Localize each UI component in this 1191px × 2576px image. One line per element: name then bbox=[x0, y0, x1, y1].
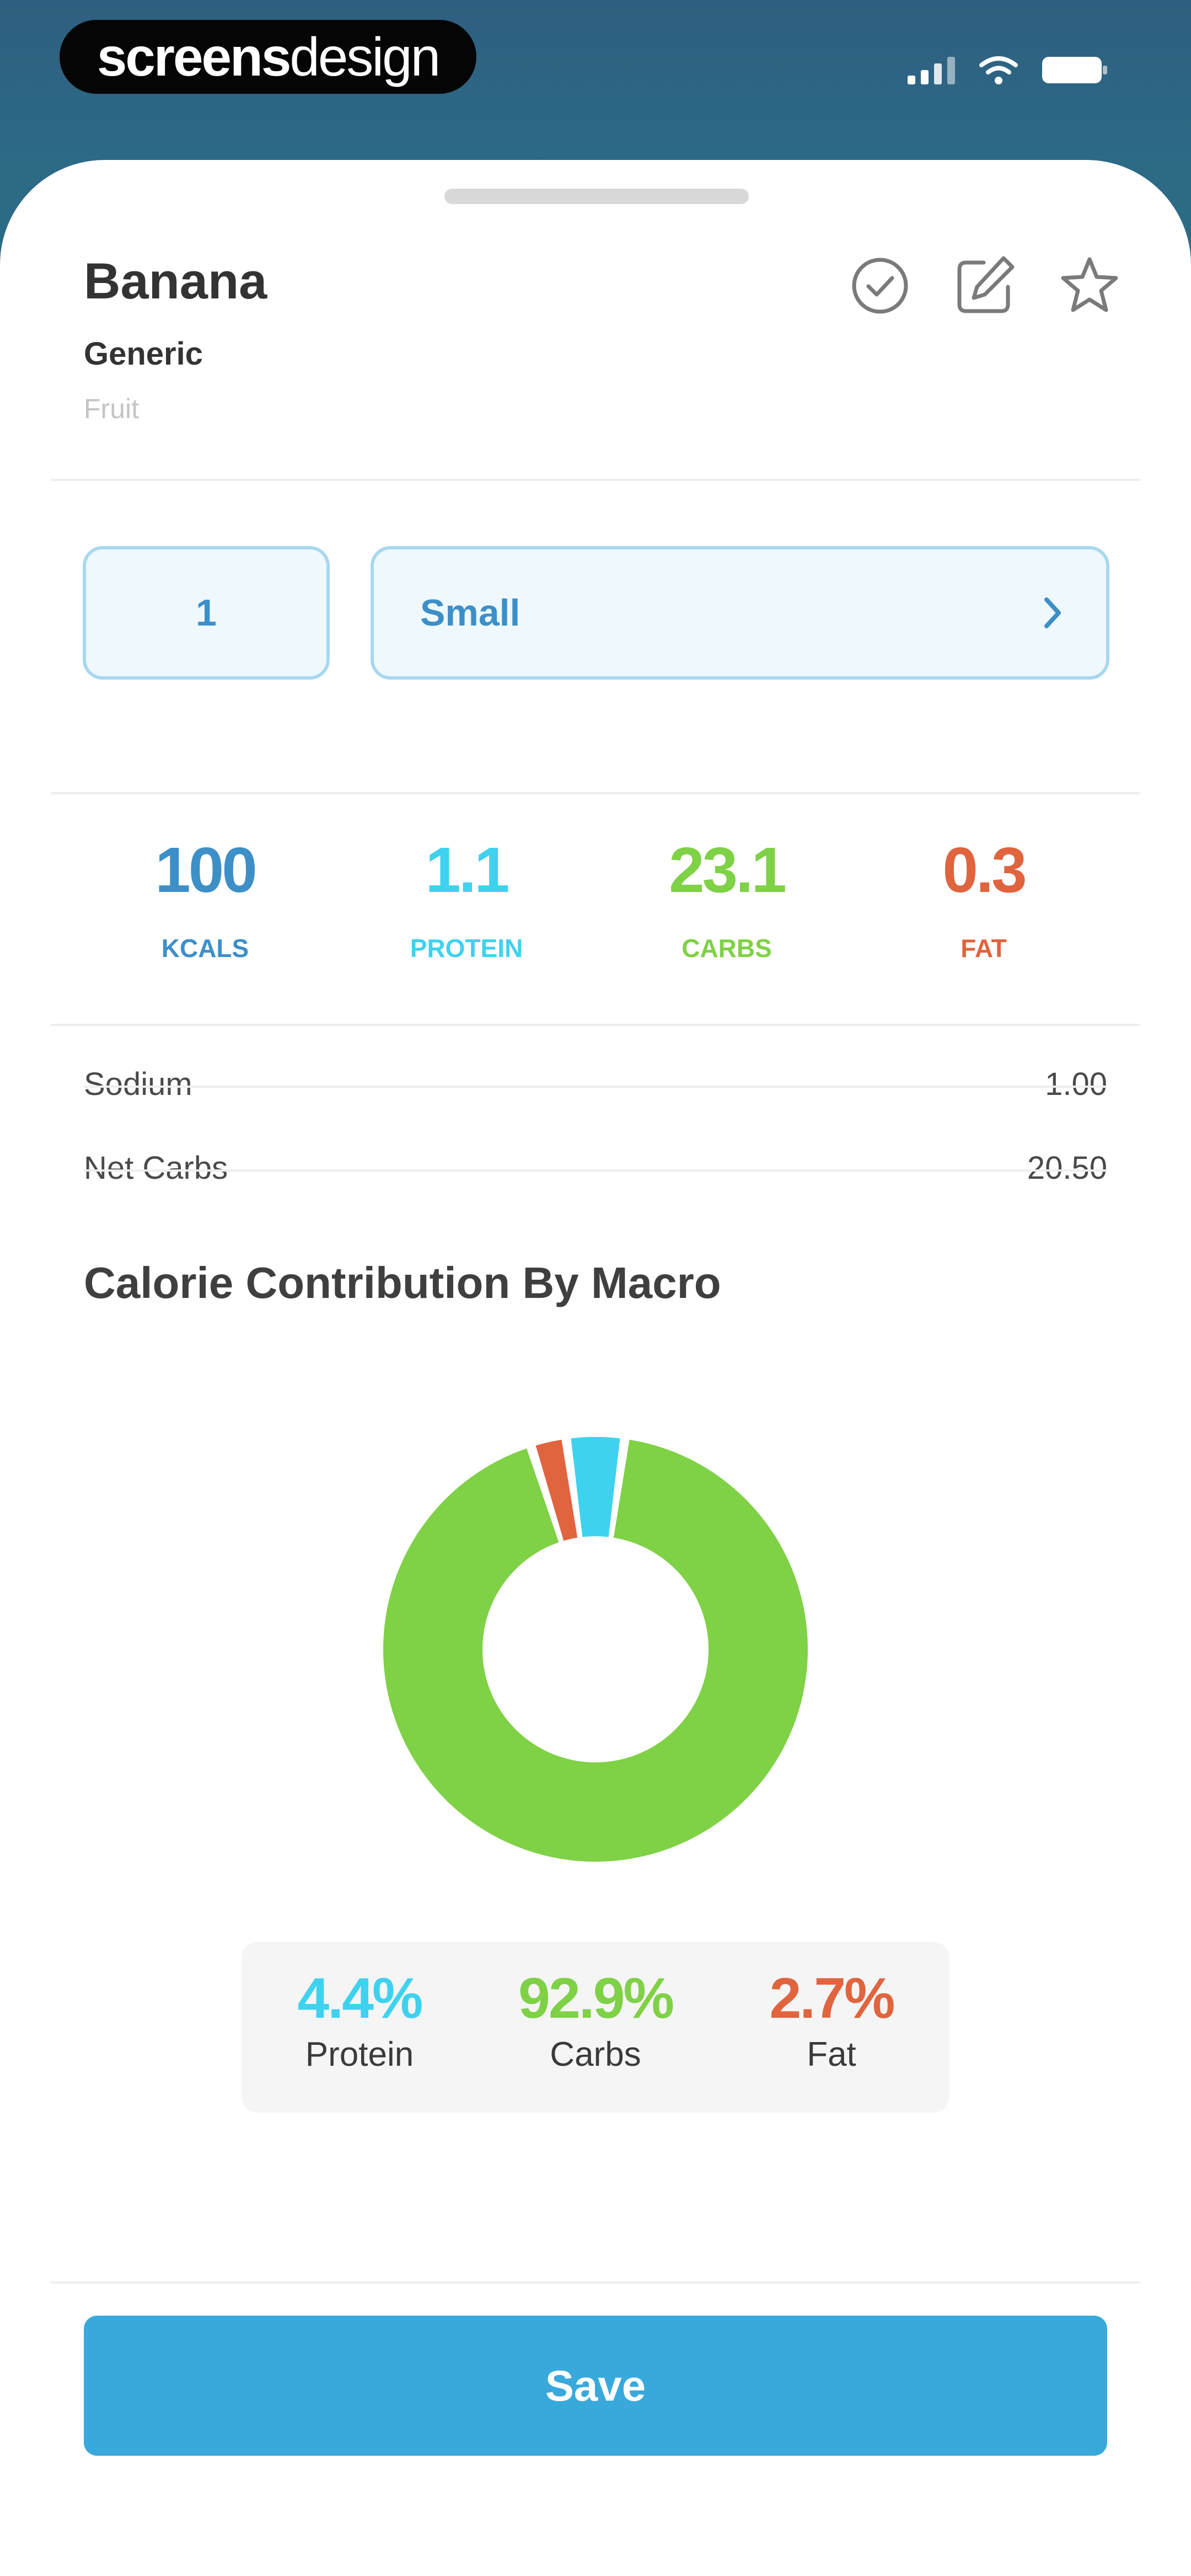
macro-kcals: 100 KCALS bbox=[73, 833, 337, 963]
sheet-grabber[interactable] bbox=[444, 189, 749, 204]
macro-value: 100 bbox=[155, 834, 257, 906]
wifi-icon bbox=[979, 56, 1018, 84]
macro-value: 1.1 bbox=[425, 834, 509, 906]
legend-name: Protein bbox=[305, 2035, 414, 2073]
macro-value: 0.3 bbox=[942, 834, 1027, 906]
star-icon bbox=[1061, 257, 1118, 312]
food-category: Fruit bbox=[84, 393, 139, 424]
nutrient-value: 20.50 bbox=[1027, 1150, 1107, 1186]
nutrient-name: Net Carbs bbox=[84, 1150, 228, 1186]
quantity-input[interactable]: 1 bbox=[83, 546, 330, 680]
favorite-button[interactable] bbox=[1055, 252, 1124, 320]
macro-percentage-legend: 4.4% Protein 92.9% Carbs 2.7% Fat bbox=[242, 1942, 949, 2113]
nutrient-divider bbox=[84, 1169, 1107, 1172]
signal-icon bbox=[908, 57, 955, 84]
donut-slice-protein bbox=[571, 1437, 620, 1537]
header-divider bbox=[51, 479, 1140, 481]
check-button[interactable] bbox=[846, 252, 914, 320]
serving-size-selector[interactable]: Small bbox=[371, 546, 1109, 680]
edit-icon bbox=[957, 256, 1015, 313]
battery-icon bbox=[1042, 57, 1107, 83]
serving-size-value: Small bbox=[420, 592, 521, 634]
macro-protein: 1.1 PROTEIN bbox=[334, 833, 599, 963]
legend-value: 2.7% bbox=[769, 1966, 895, 2030]
legend-protein: 4.4% Protein bbox=[242, 1942, 478, 2113]
legend-fat: 2.7% Fat bbox=[713, 1942, 949, 2113]
nutrient-divider bbox=[84, 1086, 1107, 1088]
nutrient-row-net-carbs: Net Carbs 20.50 bbox=[84, 1126, 1107, 1209]
macro-label: KCALS bbox=[161, 934, 249, 963]
macro-divider bbox=[51, 1024, 1140, 1026]
macro-carbs: 23.1 CARBS bbox=[594, 833, 859, 963]
macro-label: FAT bbox=[961, 934, 1007, 963]
quantity-value: 1 bbox=[196, 592, 217, 634]
chart-title: Calorie Contribution By Macro bbox=[84, 1258, 721, 1307]
brand-watermark-bold: screens bbox=[96, 26, 292, 87]
check-circle-icon bbox=[852, 258, 908, 314]
macro-fat: 0.3 FAT bbox=[851, 833, 1116, 963]
save-button[interactable]: Save bbox=[84, 2316, 1107, 2456]
legend-name: Carbs bbox=[550, 2035, 641, 2073]
nutrient-name: Sodium bbox=[84, 1066, 192, 1102]
calorie-donut-chart bbox=[383, 1437, 808, 1862]
food-detail-sheet: Banana Generic Fruit 1 Small 100 KCALS 1… bbox=[0, 160, 1191, 2576]
food-brand: Generic bbox=[84, 336, 203, 372]
food-title: Banana bbox=[84, 253, 267, 309]
macro-label: CARBS bbox=[682, 934, 772, 963]
nutrient-row-sodium: Sodium 1.00 bbox=[84, 1043, 1107, 1125]
brand-watermark: screens design bbox=[60, 20, 476, 94]
legend-value: 92.9% bbox=[518, 1966, 674, 2030]
edit-button[interactable] bbox=[951, 252, 1019, 320]
footer-divider bbox=[51, 2281, 1140, 2284]
serving-divider bbox=[51, 792, 1140, 794]
chevron-right-icon bbox=[1044, 597, 1061, 628]
macro-summary: 100 KCALS 1.1 PROTEIN 23.1 CARBS 0.3 FAT bbox=[0, 833, 1191, 993]
action-bar bbox=[846, 252, 1124, 320]
status-bar: screens design bbox=[0, 0, 1191, 160]
nutrient-value: 1.00 bbox=[1045, 1066, 1107, 1102]
macro-label: PROTEIN bbox=[410, 934, 523, 963]
legend-carbs: 92.9% Carbs bbox=[478, 1942, 713, 2113]
brand-watermark-light: design bbox=[289, 26, 441, 87]
legend-name: Fat bbox=[807, 2035, 856, 2073]
legend-value: 4.4% bbox=[297, 1966, 423, 2030]
system-icons bbox=[908, 55, 1108, 85]
macro-value: 23.1 bbox=[669, 834, 787, 906]
